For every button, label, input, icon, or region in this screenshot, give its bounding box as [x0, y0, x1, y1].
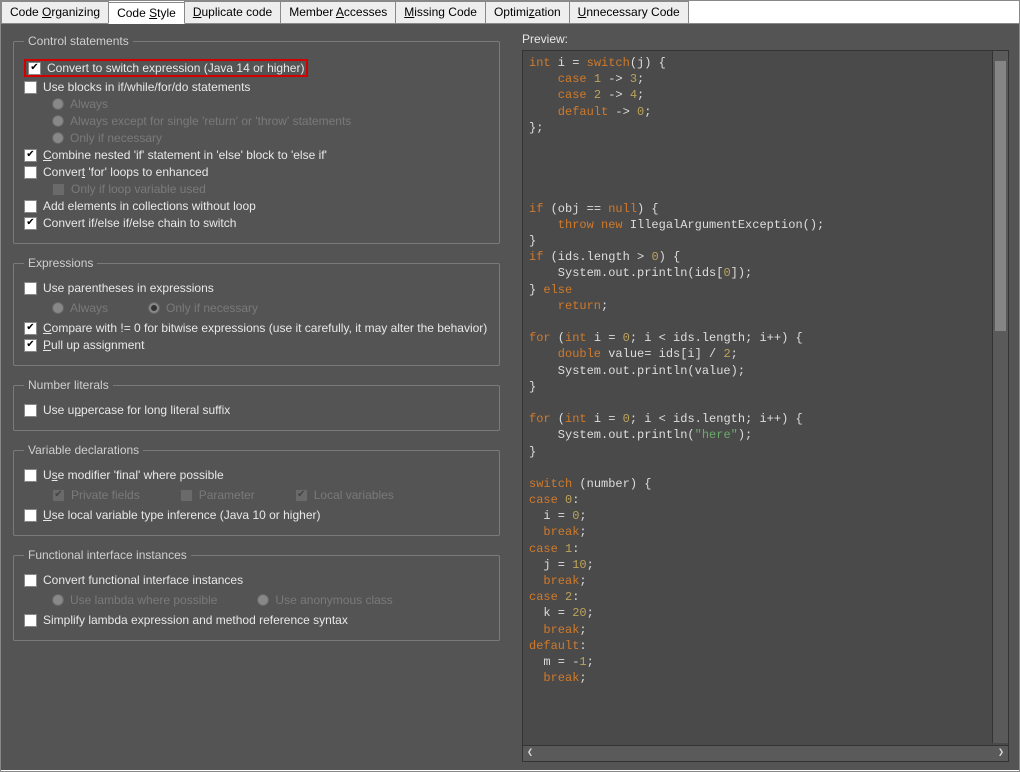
preview-panel: Preview: int i = switch(j) { case 1 -> 3…: [512, 24, 1019, 770]
checkbox-use-paren[interactable]: [24, 282, 37, 295]
checkbox-simplify[interactable]: [24, 614, 37, 627]
radio-always: [52, 302, 64, 314]
group-legend: Expressions: [24, 256, 97, 270]
checkbox-add-elements[interactable]: [24, 200, 37, 213]
label: Use uppercase for long literal suffix: [43, 403, 230, 417]
label: Only if necessary: [70, 131, 162, 145]
group-legend: Functional interface instances: [24, 548, 191, 562]
checkbox-param: [180, 489, 193, 502]
checkbox-use-final[interactable]: [24, 469, 37, 482]
checkbox-convert-for[interactable]: [24, 166, 37, 179]
tab-member-accesses[interactable]: Member Accesses: [280, 1, 396, 23]
label: Local variables: [314, 488, 394, 502]
tab-duplicate-code[interactable]: Duplicate code: [184, 1, 281, 23]
label: Use parentheses in expressions: [43, 281, 214, 295]
label: Combine nested 'if' statement in 'else' …: [43, 148, 327, 162]
group-legend: Control statements: [24, 34, 133, 48]
checkbox-compare[interactable]: [24, 322, 37, 335]
label: Only if necessary: [166, 301, 258, 315]
label: Add elements in collections without loop: [43, 199, 256, 213]
settings-panel: Control statements Convert to switch exp…: [1, 24, 512, 770]
radio-anon: [257, 594, 269, 606]
checkbox-use-blocks[interactable]: [24, 81, 37, 94]
scrollbar-horizontal[interactable]: ❮❯: [523, 745, 1008, 761]
group-control-statements: Control statements Convert to switch exp…: [13, 34, 500, 244]
checkbox-local: [295, 489, 308, 502]
scrollbar-thumb[interactable]: [995, 61, 1006, 331]
tab-code-style[interactable]: Code Style: [108, 2, 185, 24]
checkbox-combine-nested[interactable]: [24, 149, 37, 162]
checkbox-convert-chain[interactable]: [24, 217, 37, 230]
scroll-left-icon[interactable]: ❮: [527, 747, 533, 761]
label: Convert to switch expression (Java 14 or…: [47, 61, 304, 75]
label: Always except for single 'return' or 'th…: [70, 114, 351, 128]
label: Use anonymous class: [275, 593, 392, 607]
checkbox-uppercase[interactable]: [24, 404, 37, 417]
tab-code-organizing[interactable]: Code Organizing: [1, 1, 109, 23]
checkbox-only-if-loop: [52, 183, 65, 196]
radio-necessary: [148, 302, 160, 314]
scroll-right-icon[interactable]: ❯: [998, 747, 1004, 761]
label: Parameter: [199, 488, 255, 502]
group-expressions: Expressions Use parentheses in expressio…: [13, 256, 500, 366]
preview-label: Preview:: [522, 32, 1009, 46]
radio-lambda: [52, 594, 64, 606]
tab-missing-code[interactable]: Missing Code: [395, 1, 486, 23]
checkbox-convert-functional[interactable]: [24, 574, 37, 587]
label: Compare with != 0 for bitwise expression…: [43, 321, 487, 335]
checkbox-local-type[interactable]: [24, 509, 37, 522]
highlight-box: Convert to switch expression (Java 14 or…: [24, 59, 308, 77]
group-variable-declarations: Variable declarations Use modifier 'fina…: [13, 443, 500, 536]
label: Convert functional interface instances: [43, 573, 243, 587]
label: Convert 'for' loops to enhanced: [43, 165, 208, 179]
tab-unnecessary-code[interactable]: Unnecessary Code: [569, 1, 689, 23]
preview-code: int i = switch(j) { case 1 -> 3; case 2 …: [522, 50, 1009, 762]
radio-necessary: [52, 132, 64, 144]
label: Simplify lambda expression and method re…: [43, 613, 348, 627]
group-functional-interface: Functional interface instances Convert f…: [13, 548, 500, 641]
tabs-bar: Code Organizing Code Style Duplicate cod…: [1, 1, 1019, 24]
checkbox-convert-switch[interactable]: [28, 62, 41, 75]
label: Always: [70, 301, 108, 315]
label: Use blocks in if/while/for/do statements: [43, 80, 250, 94]
group-number-literals: Number literals Use uppercase for long l…: [13, 378, 500, 431]
group-legend: Variable declarations: [24, 443, 143, 457]
label: Use lambda where possible: [70, 593, 217, 607]
label: Always: [70, 97, 108, 111]
label: Only if loop variable used: [71, 182, 206, 196]
checkbox-private: [52, 489, 65, 502]
group-legend: Number literals: [24, 378, 113, 392]
radio-except: [52, 115, 64, 127]
radio-always: [52, 98, 64, 110]
checkbox-pullup[interactable]: [24, 339, 37, 352]
label: Convert if/else if/else chain to switch: [43, 216, 236, 230]
label: Private fields: [71, 488, 140, 502]
tab-optimization[interactable]: Optimization: [485, 1, 570, 23]
label: Use local variable type inference (Java …: [43, 508, 320, 522]
label: Use modifier 'final' where possible: [43, 468, 224, 482]
label: Pull up assignment: [43, 338, 144, 352]
scrollbar-vertical[interactable]: [992, 51, 1008, 743]
